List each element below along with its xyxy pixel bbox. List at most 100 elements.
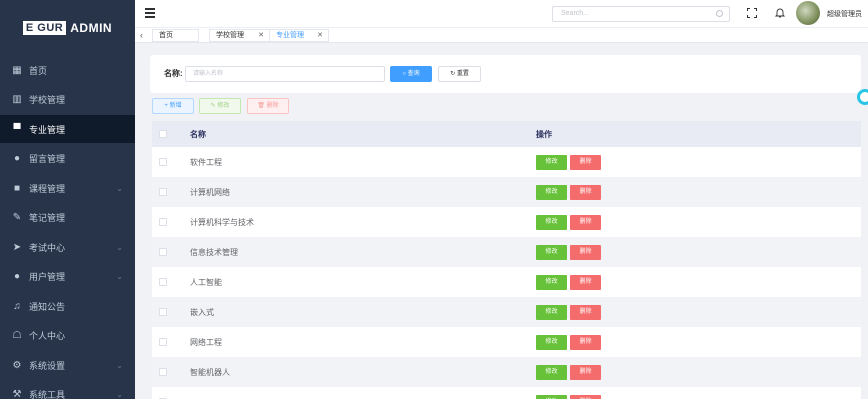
data-table: 名称 操作 软件工程 修改 删除 计算机网络 修改 删除 计算机科学与技术 修改 删除 信息技术管…: [152, 121, 861, 399]
sidebar-item[interactable]: ☖ 个人中心: [0, 322, 135, 350]
chevron-down-icon: ⌄: [116, 242, 123, 252]
row-delete-button[interactable]: 删除: [570, 215, 601, 230]
row-name: 软件工程: [190, 157, 222, 167]
clipboard-icon: ■: [13, 182, 21, 194]
main-content: 名称: 请输入名称 ○ 查询 ↻ 重置 + 新增 ✎ 修改 🗑 删除 名称 操作…: [150, 55, 868, 399]
row-edit-button[interactable]: 修改: [536, 215, 567, 230]
sidebar-item[interactable]: ● 留言管理: [0, 145, 135, 173]
header: Search... 超级管理员: [135, 0, 868, 28]
sidebar-item[interactable]: ▥ 学校管理: [0, 86, 135, 114]
delete-button[interactable]: 🗑 删除: [247, 98, 289, 114]
sidebar-item[interactable]: ⚒ 系统工具 ⌄: [0, 381, 135, 399]
user-icon: ☖: [12, 330, 22, 341]
row-edit-button[interactable]: 修改: [536, 245, 567, 260]
avatar[interactable]: [796, 1, 820, 25]
sidebar-item[interactable]: ⚙ 系统设置 ⌄: [0, 351, 135, 379]
sidebar-item[interactable]: ▦ 首页: [0, 56, 135, 84]
table-row: 信息技术管理 修改 删除: [152, 237, 861, 267]
reset-button[interactable]: ↻ 重置: [438, 66, 481, 82]
row-edit-button[interactable]: 修改: [536, 155, 567, 170]
row-checkbox[interactable]: [159, 188, 167, 196]
sidebar-item-label: 首页: [29, 65, 48, 76]
sidebar-item[interactable]: ▀ 专业管理: [0, 115, 135, 143]
chevron-left-icon[interactable]: ‹: [140, 30, 143, 40]
edit-button[interactable]: ✎ 修改: [199, 98, 241, 114]
row-edit-button[interactable]: 修改: [536, 185, 567, 200]
row-delete-button[interactable]: 删除: [570, 305, 601, 320]
row-checkbox[interactable]: [159, 218, 167, 226]
sidebar-item[interactable]: ■ 课程管理 ⌄: [0, 174, 135, 202]
row-delete-button[interactable]: 删除: [570, 335, 601, 350]
sidebar-item[interactable]: ● 用户管理 ⌄: [0, 263, 135, 291]
send-icon: ➤: [12, 241, 22, 253]
logo: E GUR ADMIN: [0, 0, 135, 56]
row-delete-button[interactable]: 删除: [570, 185, 601, 200]
row-delete-button[interactable]: 删除: [570, 365, 601, 380]
tab-school[interactable]: 学校管理 ✕: [209, 29, 270, 42]
name-input[interactable]: 请输入名称: [185, 66, 385, 82]
sidebar-item-label: 用户管理: [29, 272, 66, 282]
row-checkbox[interactable]: [159, 368, 167, 376]
row-checkbox[interactable]: [159, 338, 167, 346]
row-checkbox[interactable]: [159, 278, 167, 286]
table-row: 智能机器人 修改 删除: [152, 357, 861, 387]
table-row: 嵌入式 修改 删除: [152, 297, 861, 327]
table-row: 修改删除: [152, 387, 861, 399]
search-input[interactable]: Search...: [552, 6, 730, 22]
fullscreen-icon[interactable]: [747, 8, 757, 18]
refresh-icon: ↻: [450, 71, 457, 77]
row-name: 嵌入式: [190, 307, 214, 317]
row-delete-button[interactable]: 删除: [570, 245, 601, 260]
tab-home[interactable]: 首页: [152, 29, 199, 42]
row-delete-button[interactable]: 删除: [570, 275, 601, 290]
grid-icon: ▦: [12, 64, 22, 76]
chevron-down-icon: ⌄: [116, 360, 123, 370]
row-delete-button[interactable]: 删除: [570, 155, 601, 170]
header-actions: 操作: [536, 129, 552, 139]
sidebar-menu: ▦ 首页 ▥ 学校管理 ▀ 专业管理 ● 留言管理 ■ 课程管理 ⌄ ✎ 笔记管理 ➤ 考试中心 ⌄ ● 用户管理…: [0, 56, 135, 399]
select-all-checkbox[interactable]: [159, 130, 167, 138]
row-checkbox[interactable]: [159, 308, 167, 316]
username[interactable]: 超级管理员: [827, 9, 862, 19]
edit-icon: ✎: [12, 212, 22, 223]
table-row: 计算机科学与技术 修改 删除: [152, 207, 861, 237]
sidebar-item[interactable]: ➤ 考试中心 ⌄: [0, 233, 135, 261]
bell-icon[interactable]: [775, 7, 785, 18]
row-name: 智能机器人: [190, 367, 230, 377]
logo-text: ADMIN: [70, 21, 113, 35]
header-name: 名称: [190, 129, 206, 139]
row-checkbox[interactable]: [159, 248, 167, 256]
table-row: 软件工程 修改 删除: [152, 147, 861, 177]
search-icon: [716, 10, 723, 17]
sidebar-item-label: 专业管理: [29, 124, 66, 135]
row-edit-button[interactable]: 修改: [536, 305, 567, 320]
app-root: E GUR ADMIN ▦ 首页 ▥ 学校管理 ▀ 专业管理 ● 留言管理 ■ 课程管理 ⌄ ✎ 笔记管…: [0, 0, 868, 399]
hamburger-icon[interactable]: [145, 8, 155, 18]
close-icon[interactable]: ✕: [317, 30, 323, 41]
question-icon: ●: [13, 153, 21, 164]
row-edit-button[interactable]: 修改: [536, 275, 567, 290]
row-delete-button[interactable]: 删除: [570, 395, 601, 399]
sidebar-item[interactable]: ✎ 笔记管理: [0, 204, 135, 232]
tab-major[interactable]: 专业管理 ✕: [269, 29, 329, 42]
sidebar-item-label: 学校管理: [29, 95, 66, 105]
row-edit-button[interactable]: 修改: [536, 335, 567, 350]
table-row: 网络工程 修改 删除: [152, 327, 861, 357]
sidebar-item[interactable]: ♫ 通知公告: [0, 292, 135, 320]
reset-label: 重置: [456, 71, 469, 77]
sidebar-item-label: 笔记管理: [29, 213, 66, 223]
table-header: 名称 操作: [152, 121, 861, 147]
add-button[interactable]: + 新增: [152, 98, 194, 114]
monitor-icon: ▀: [13, 123, 21, 135]
row-name: 计算机科学与技术: [190, 217, 254, 227]
close-icon[interactable]: ✕: [258, 30, 264, 41]
row-edit-button[interactable]: 修改: [536, 395, 567, 399]
settings-float-icon[interactable]: [857, 89, 868, 105]
tab-label: 学校管理: [216, 32, 244, 39]
search-placeholder: Search...: [561, 10, 590, 17]
filter-form: 名称: 请输入名称 ○ 查询 ↻ 重置: [150, 55, 861, 93]
query-button[interactable]: ○ 查询: [390, 66, 432, 82]
row-edit-button[interactable]: 修改: [536, 365, 567, 380]
row-checkbox[interactable]: [159, 158, 167, 166]
row-name: 人工智能: [190, 277, 222, 287]
